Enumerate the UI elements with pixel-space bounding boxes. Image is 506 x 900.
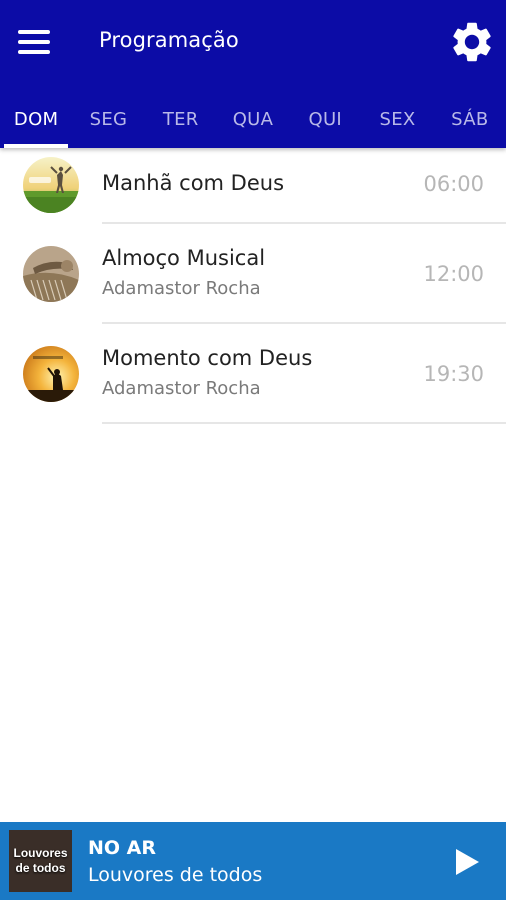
now-playing-thumbnail: Louvores de todos (9, 830, 72, 892)
tab-sab[interactable]: SÁB (434, 90, 506, 148)
app-bar: Programação DOM SEG TER QUA QUI SEX SÁB (0, 0, 506, 148)
now-playing-thumb-text: Louvores de todos (13, 846, 68, 875)
tab-qui[interactable]: QUI (289, 90, 361, 148)
program-time: 06:00 (423, 172, 484, 196)
schedule-item[interactable]: Manhã com Deus 06:00 (0, 148, 506, 224)
divider (102, 422, 506, 424)
program-thumbnail (23, 346, 79, 402)
program-host: Adamastor Rocha (102, 278, 261, 299)
tab-dom[interactable]: DOM (0, 90, 72, 148)
now-playing-title: Louvores de todos (88, 864, 263, 886)
program-thumbnail (23, 157, 79, 213)
hamburger-menu-icon[interactable] (18, 24, 62, 60)
program-host: Adamastor Rocha (102, 378, 261, 399)
on-air-label: NO AR (88, 837, 157, 859)
program-time: 19:30 (423, 362, 484, 386)
play-icon[interactable] (448, 844, 484, 880)
tab-sex[interactable]: SEX (361, 90, 433, 148)
tab-ter[interactable]: TER (145, 90, 217, 148)
program-name: Manhã com Deus (102, 171, 285, 195)
now-playing-bar[interactable]: Louvores de todos NO AR Louvores de todo… (0, 822, 506, 900)
program-time: 12:00 (423, 262, 484, 286)
schedule-list: Manhã com Deus 06:00 Almoço Musical Adam… (0, 148, 506, 424)
tab-seg[interactable]: SEG (72, 90, 144, 148)
tab-qua[interactable]: QUA (217, 90, 289, 148)
program-name: Almoço Musical (102, 246, 266, 270)
schedule-item[interactable]: Momento com Deus Adamastor Rocha 19:30 (0, 324, 506, 424)
program-thumbnail (23, 246, 79, 302)
day-tabs: DOM SEG TER QUA QUI SEX SÁB (0, 90, 506, 148)
schedule-item[interactable]: Almoço Musical Adamastor Rocha 12:00 (0, 224, 506, 324)
program-name: Momento com Deus (102, 346, 313, 370)
page-title: Programação (99, 28, 239, 52)
gear-icon[interactable] (448, 18, 496, 66)
